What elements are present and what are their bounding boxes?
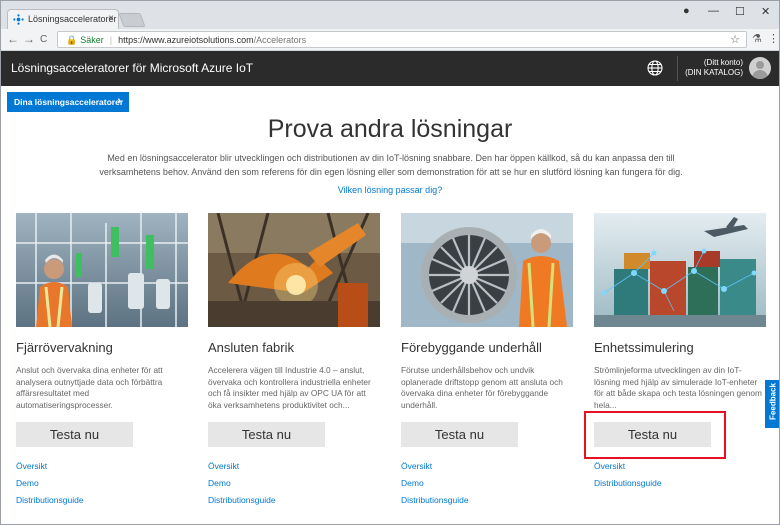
url-separator: | (109, 35, 113, 45)
card-predictive-maintenance: Förebyggande underhåll Förutse underhåll… (401, 213, 573, 505)
demo-link[interactable]: Demo (401, 478, 424, 488)
azure-iot-favicon-icon (13, 14, 24, 25)
url-host: https://www.azureiotsolutions.com (118, 35, 254, 45)
overview-link[interactable]: Översikt (594, 461, 625, 471)
maximize-icon[interactable]: ☐ (735, 5, 745, 18)
try-now-button[interactable]: Testa nu (208, 422, 325, 447)
chevron-right-icon: › (117, 95, 121, 107)
site-header: Lösningsacceleratorer för Microsoft Azur… (1, 51, 779, 86)
card-title: Förebyggande underhåll (401, 340, 542, 355)
highlight-box (584, 411, 726, 459)
remote-monitoring-image (16, 213, 188, 327)
menu-icon[interactable]: ⋮ (768, 32, 779, 45)
deployment-guide-link[interactable]: Distributionsguide (401, 495, 469, 505)
account-info[interactable]: (Ditt konto) (DIN KATALOG) (685, 58, 743, 78)
forward-icon[interactable]: → (23, 32, 35, 46)
card-remote-monitoring: Fjärrövervakning Anslut och övervaka din… (16, 213, 188, 505)
header-divider (677, 56, 678, 81)
title-bar: Lösningsacceleratorer Az × ● — ☐ ✕ (1, 1, 779, 29)
overview-link[interactable]: Översikt (16, 461, 47, 471)
site-title[interactable]: Lösningsacceleratorer för Microsoft Azur… (11, 61, 253, 75)
feedback-label: Feedback (768, 383, 778, 420)
account-name: (Ditt konto) (703, 58, 743, 67)
bookmark-star-icon[interactable]: ☆ (730, 33, 740, 46)
deployment-guide-link[interactable]: Distributionsguide (208, 495, 276, 505)
connected-factory-image (208, 213, 380, 327)
browser-toolbar: ← → C 🔒 Säker | https://www.azureiotsolutio… (1, 29, 779, 51)
feedback-button[interactable]: Feedback (765, 380, 779, 428)
device-simulation-image (594, 213, 766, 327)
my-solutions-button[interactable]: Dina lösningsacceleratorer › (7, 92, 129, 112)
predictive-maintenance-image (401, 213, 573, 327)
try-now-button[interactable]: Testa nu (401, 422, 518, 447)
card-description: Accelerera vägen till Industrie 4.0 – an… (208, 365, 371, 410)
avatar[interactable] (749, 57, 771, 79)
which-solution-link[interactable]: Vilken lösning passar dig? (1, 185, 779, 195)
card-device-simulation: Enhetssimulering Strömlinjeforma utveckl… (594, 213, 766, 488)
page-title: Prova andra lösningar (267, 115, 513, 143)
url-path: /Accelerators (253, 35, 307, 45)
close-window-icon[interactable]: ✕ (761, 5, 770, 18)
user-account-icon[interactable]: ● (683, 5, 690, 17)
card-title: Enhetssimulering (594, 340, 694, 355)
overview-link[interactable]: Översikt (401, 461, 432, 471)
card-title: Fjärrövervakning (16, 340, 113, 355)
card-description: Anslut och övervaka dina enheter för att… (16, 365, 163, 410)
deployment-guide-link[interactable]: Distributionsguide (594, 478, 662, 488)
avatar-head (756, 61, 764, 69)
browser-tab[interactable]: Lösningsacceleratorer Az × (7, 9, 119, 29)
intro-text: Med en lösningsaccelerator blir utveckli… (99, 153, 683, 177)
overview-link[interactable]: Översikt (208, 461, 239, 471)
my-solutions-label: Dina lösningsacceleratorer (14, 97, 124, 107)
tab-close-icon[interactable]: × (108, 13, 114, 24)
card-description: Förutse underhållsbehov och undvik oplan… (401, 365, 563, 410)
extension-icon[interactable]: ⚗ (752, 32, 762, 45)
deployment-guide-link[interactable]: Distributionsguide (16, 495, 84, 505)
globe-icon[interactable] (646, 59, 664, 77)
minimize-icon[interactable]: — (708, 5, 719, 17)
avatar-body (752, 70, 768, 79)
new-tab-button[interactable] (118, 13, 146, 27)
demo-link[interactable]: Demo (208, 478, 231, 488)
address-bar[interactable]: 🔒 Säker | https://www.azureiotsolutions.com… (57, 31, 747, 48)
card-description: Strömlinjeforma utvecklingen av din IoT-… (594, 365, 762, 410)
browser-window: Lösningsacceleratorer Az × ● — ☐ ✕ ← → C… (0, 0, 780, 525)
tab-title: Lösningsacceleratorer Az (28, 14, 119, 24)
security-label: Säker (80, 35, 104, 45)
lock-icon: 🔒 (66, 35, 78, 45)
reload-icon[interactable]: C (40, 34, 47, 45)
card-connected-factory: Ansluten fabrik Accelerera vägen till In… (208, 213, 380, 505)
demo-link[interactable]: Demo (16, 478, 39, 488)
account-catalog: (DIN KATALOG) (685, 68, 743, 77)
back-icon[interactable]: ← (7, 32, 19, 46)
try-now-button[interactable]: Testa nu (16, 422, 133, 447)
card-title: Ansluten fabrik (208, 340, 294, 355)
